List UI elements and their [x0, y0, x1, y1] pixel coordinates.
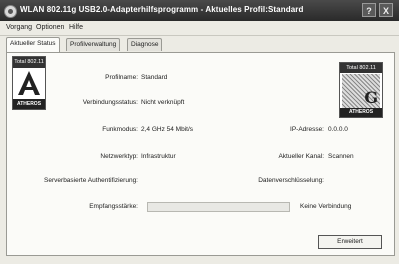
radio-mode-label: Funkmodus:	[102, 126, 138, 133]
tab-profile-management[interactable]: Profilverwaltung	[66, 38, 121, 51]
app-icon	[4, 5, 17, 18]
profile-name-label: Profilname:	[105, 74, 138, 81]
menu-bar: Vorgang Optionen Hilfe	[0, 21, 399, 36]
menu-optionen[interactable]: Optionen	[36, 24, 64, 31]
connection-status-value: Nicht verknüpft	[141, 99, 185, 106]
encryption-label: Datenverschlüsselung:	[258, 177, 324, 184]
radio-mode-value: 2,4 GHz 54 Mbit/s	[141, 126, 194, 133]
menu-hilfe[interactable]: Hilfe	[69, 24, 83, 31]
ip-address-label: IP-Adresse:	[290, 126, 324, 133]
advanced-button[interactable]: Erweitert	[318, 235, 382, 249]
server-auth-label: Serverbasierte Authentifizierung:	[44, 177, 138, 184]
signal-strength-label: Empfangsstärke:	[89, 203, 138, 210]
logo-badge: Total 802.11	[340, 63, 382, 73]
current-channel-label: Aktueller Kanal:	[278, 153, 324, 160]
ip-address-value: 0.0.0.0	[328, 126, 348, 133]
close-button[interactable]: X	[379, 3, 393, 17]
atheros-g-logo: Total 802.11 G ATHEROS	[339, 62, 383, 118]
tab-current-status[interactable]: Aktueller Status	[6, 37, 60, 52]
logo-letter: G	[364, 88, 378, 107]
tab-diagnostics[interactable]: Diagnose	[127, 38, 163, 51]
network-type-label: Netzwerktyp:	[100, 153, 138, 160]
current-channel-value: Scannen	[328, 153, 354, 160]
profile-name-value: Standard	[141, 74, 168, 81]
window-title: WLAN 802.11g USB2.0-Adapterhilfsprogramm…	[20, 5, 304, 14]
logo-badge: Total 802.11	[13, 57, 45, 68]
logo-brand: ATHEROS	[340, 108, 382, 117]
connection-status-label: Verbindungsstatus:	[82, 99, 138, 106]
signal-strength-bar	[147, 202, 290, 212]
signal-status-text: Keine Verbindung	[300, 203, 352, 210]
atheros-a-icon	[18, 71, 40, 95]
help-button[interactable]: ?	[362, 3, 376, 17]
menu-vorgang[interactable]: Vorgang	[6, 24, 32, 31]
network-type-value: Infrastruktur	[141, 153, 176, 160]
logo-pattern: G	[342, 74, 380, 109]
title-bar[interactable]: WLAN 802.11g USB2.0-Adapterhilfsprogramm…	[0, 0, 399, 21]
adapter-utility-window: WLAN 802.11g USB2.0-Adapterhilfsprogramm…	[0, 0, 399, 264]
